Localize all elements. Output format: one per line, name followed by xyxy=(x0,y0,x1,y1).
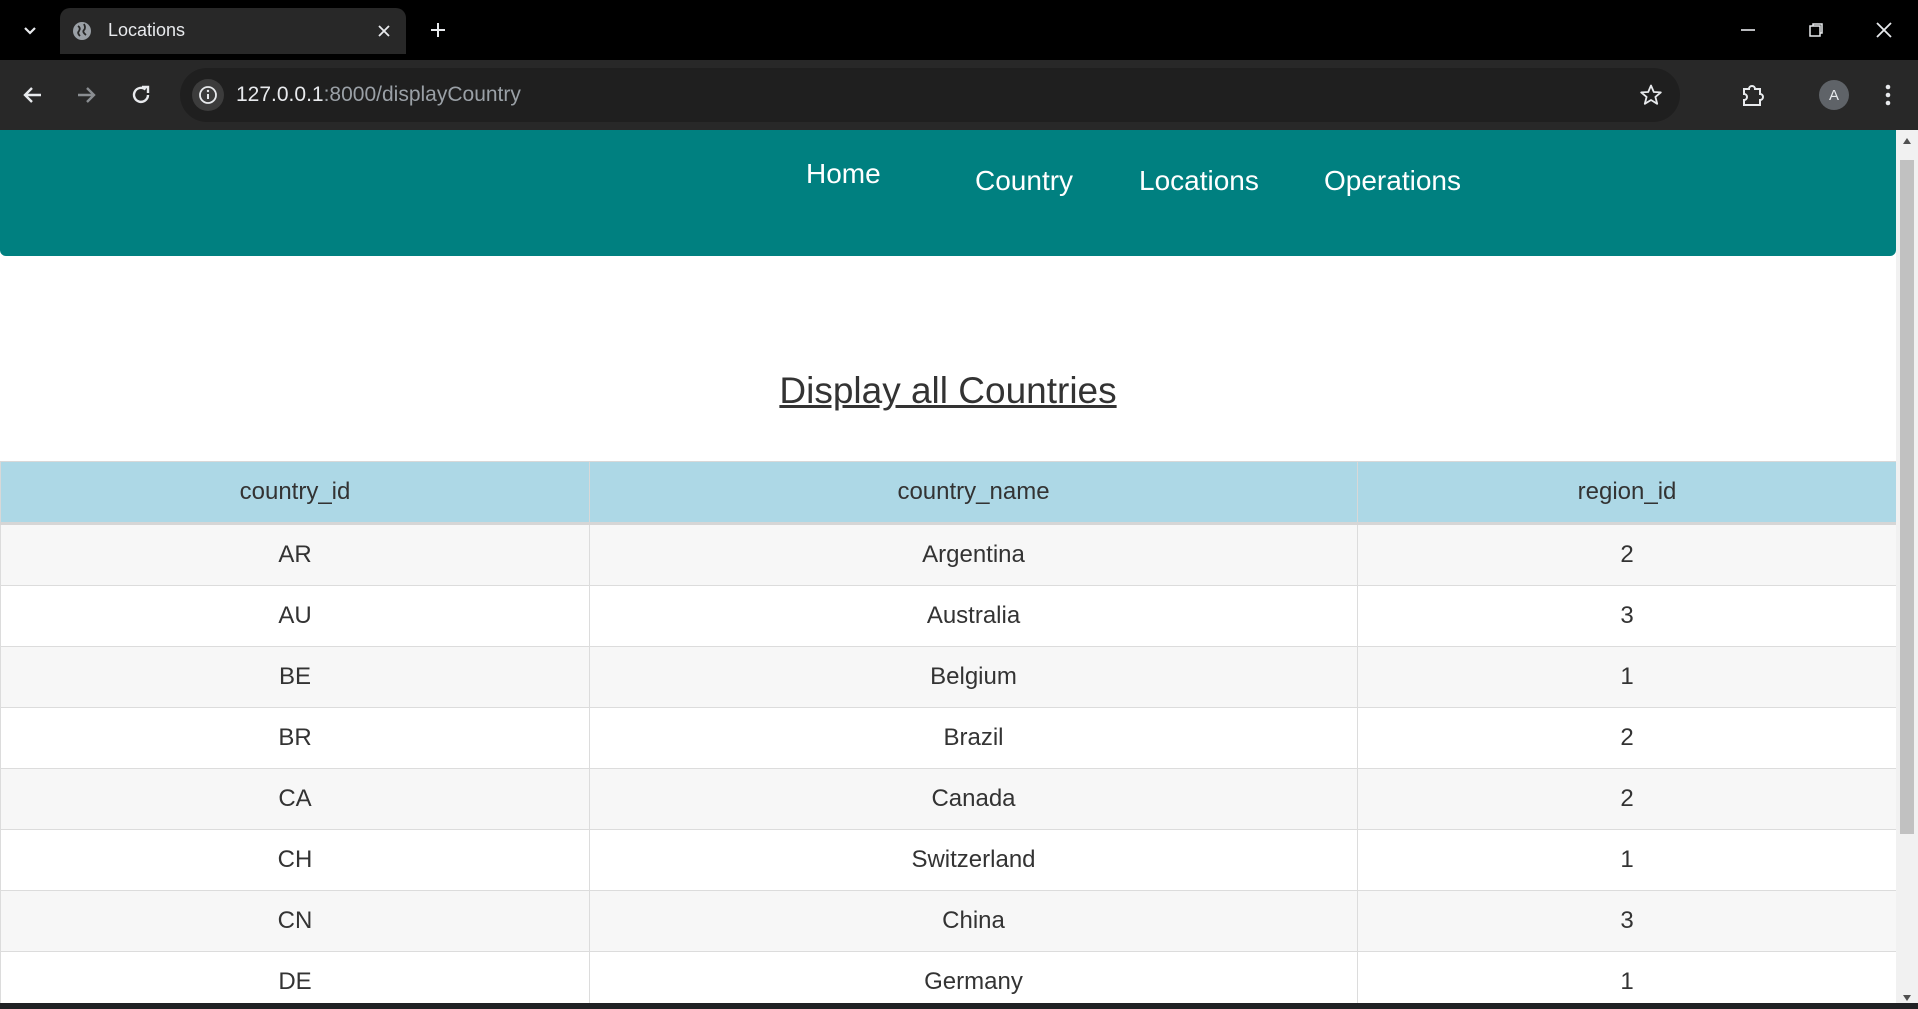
cell-country-id: BR xyxy=(0,707,590,769)
table-row: CH Switzerland 1 xyxy=(0,829,1897,891)
cell-region-id: 1 xyxy=(1357,829,1897,891)
nav-operations-link[interactable]: Operations xyxy=(1324,165,1461,197)
cell-country-id: BE xyxy=(0,646,590,708)
table-row: BR Brazil 2 xyxy=(0,707,1897,769)
kebab-menu-icon xyxy=(1885,84,1891,106)
triangle-up-icon xyxy=(1903,138,1911,144)
table-row: DE Germany 1 xyxy=(0,951,1897,1009)
cell-region-id: 3 xyxy=(1357,585,1897,647)
back-button[interactable] xyxy=(14,76,52,114)
site-navbar: Home Country Locations Operations xyxy=(0,130,1896,256)
arrow-right-icon xyxy=(78,87,96,103)
table-header-row: country_id country_name region_id xyxy=(0,461,1897,525)
table-row: AU Australia 3 xyxy=(0,585,1897,647)
plus-icon xyxy=(431,23,445,37)
browser-toolbar: 127.0.0.1:8000/displayCountry A xyxy=(0,60,1918,130)
cell-country-name: Switzerland xyxy=(589,829,1358,891)
cell-region-id: 2 xyxy=(1357,768,1897,830)
column-header-country-name: country_name xyxy=(589,461,1358,525)
column-header-country-id: country_id xyxy=(0,461,590,525)
tab-title: Locations xyxy=(108,20,186,40)
url-host: 127.0.0.1 xyxy=(236,83,324,106)
profile-avatar[interactable]: A xyxy=(1819,80,1849,110)
page-title: Display all Countries xyxy=(779,370,1117,411)
extensions-button[interactable] xyxy=(1734,76,1772,114)
cell-country-id: CN xyxy=(0,890,590,952)
close-icon xyxy=(1876,22,1892,38)
close-icon xyxy=(378,25,390,37)
cell-country-id: CA xyxy=(0,768,590,830)
url-path: :8000/displayCountry xyxy=(323,83,521,106)
cell-region-id: 1 xyxy=(1357,646,1897,708)
cell-region-id: 3 xyxy=(1357,890,1897,952)
tab-strip: Locations xyxy=(0,0,1918,60)
nav-locations-link[interactable]: Locations xyxy=(1139,165,1259,197)
table-body: AR Argentina 2 AU Australia 3 BE Belgium 1 BR Braz… xyxy=(0,523,1897,1009)
cell-country-name: Argentina xyxy=(589,523,1358,586)
cell-country-id: CH xyxy=(0,829,590,891)
scroll-up-button[interactable] xyxy=(1896,132,1918,150)
triangle-down-icon xyxy=(1903,995,1911,1001)
vertical-scrollbar[interactable] xyxy=(1896,130,1918,1009)
restore-button[interactable] xyxy=(1782,0,1850,60)
close-window-button[interactable] xyxy=(1850,0,1918,60)
cell-country-name: Canada xyxy=(589,768,1358,830)
avatar-initial: A xyxy=(1828,86,1839,104)
arrow-left-icon xyxy=(23,87,41,103)
address-bar[interactable]: 127.0.0.1:8000/displayCountry xyxy=(180,68,1680,122)
reload-button[interactable] xyxy=(122,76,160,114)
cell-country-name: China xyxy=(589,890,1358,952)
table-row: CA Canada 2 xyxy=(0,768,1897,830)
puzzle-icon xyxy=(1743,85,1764,106)
star-icon xyxy=(1640,84,1662,105)
close-tab-button[interactable] xyxy=(372,19,396,43)
cell-country-name: Australia xyxy=(589,585,1358,647)
restore-icon xyxy=(1809,23,1823,37)
cell-country-id: DE xyxy=(0,951,590,1009)
tab-search-button[interactable] xyxy=(12,12,48,48)
minimize-icon xyxy=(1741,29,1755,31)
info-icon xyxy=(199,86,217,104)
cell-country-name: Germany xyxy=(589,951,1358,1009)
site-info-button[interactable] xyxy=(192,79,224,111)
chevron-down-icon xyxy=(24,27,36,35)
globe-icon xyxy=(73,22,91,40)
new-tab-button[interactable] xyxy=(420,12,456,48)
nav-home-link[interactable]: Home xyxy=(806,158,881,190)
table-row: CN China 3 xyxy=(0,890,1897,952)
page-viewport: Home Country Locations Operations Displa… xyxy=(0,130,1918,1009)
table-row: BE Belgium 1 xyxy=(0,646,1897,708)
forward-button[interactable] xyxy=(67,76,105,114)
reload-icon xyxy=(132,85,150,104)
bookmark-button[interactable] xyxy=(1636,80,1666,110)
cell-country-name: Belgium xyxy=(589,646,1358,708)
cell-country-id: AR xyxy=(0,523,590,586)
table-row: AR Argentina 2 xyxy=(0,523,1897,586)
window-bottom-edge xyxy=(0,1003,1918,1009)
nav-country-link[interactable]: Country xyxy=(975,165,1073,197)
minimize-button[interactable] xyxy=(1714,0,1782,60)
url-text: 127.0.0.1:8000/displayCountry xyxy=(236,83,521,107)
cell-country-name: Brazil xyxy=(589,707,1358,769)
countries-table: country_id country_name region_id AR Arge… xyxy=(0,461,1897,1009)
cell-region-id: 1 xyxy=(1357,951,1897,1009)
cell-region-id: 2 xyxy=(1357,707,1897,769)
active-tab[interactable]: Locations xyxy=(60,8,406,54)
browser-menu-button[interactable] xyxy=(1869,76,1907,114)
cell-country-id: AU xyxy=(0,585,590,647)
column-header-region-id: region_id xyxy=(1357,461,1897,525)
scrollbar-thumb[interactable] xyxy=(1900,160,1914,834)
cell-region-id: 2 xyxy=(1357,523,1897,586)
